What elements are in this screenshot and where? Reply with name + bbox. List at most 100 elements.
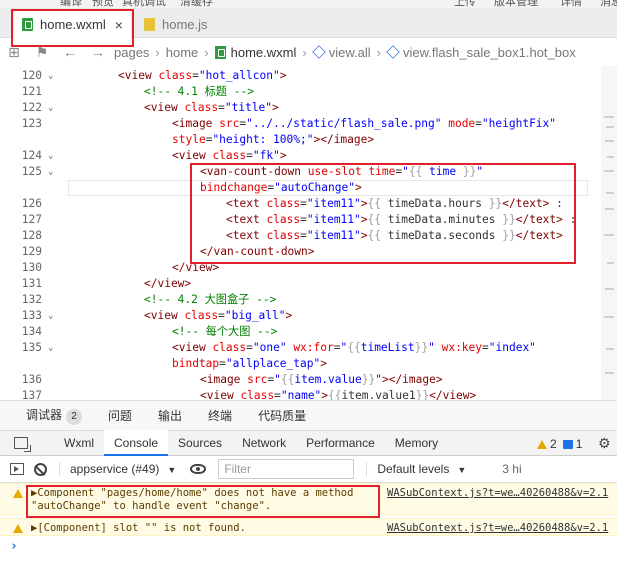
fold-chevron-icon[interactable]: ⌄ — [48, 100, 53, 116]
issue-counter[interactable]: 2 1 — [537, 437, 582, 451]
tab-sources[interactable]: Sources — [168, 430, 232, 456]
warning-icon — [13, 524, 23, 533]
line-number: 131 — [21, 277, 42, 290]
message-count: 1 — [575, 437, 583, 451]
back-button[interactable]: ← — [56, 44, 84, 60]
levels-label: Default levels — [377, 462, 450, 476]
line-number: 132 — [21, 293, 42, 306]
code-line: bindtap="allplace_tap"> — [0, 356, 600, 372]
code-text: <text class="item11">{{ timeData.seconds… — [226, 229, 563, 242]
filter-input[interactable] — [218, 459, 355, 479]
clear-console-icon[interactable] — [34, 462, 47, 476]
tab-console[interactable]: Console — [104, 430, 169, 456]
fold-chevron-icon[interactable]: ⌄ — [48, 308, 53, 324]
breadcrumb-pages[interactable]: pages — [114, 45, 149, 60]
element-icon — [311, 45, 326, 59]
line-number: 135 — [21, 341, 42, 354]
code-line: style="height: 100%;"></image> — [0, 132, 600, 148]
code-line: 126 <text class="item11">{{ timeData.hour… — [0, 196, 600, 212]
fold-chevron-icon[interactable]: ⌄ — [48, 340, 53, 356]
gear-icon[interactable]: ⚙ — [598, 435, 611, 452]
warning-icon — [13, 489, 23, 498]
code-line: bindchange="autoChange"> — [0, 180, 600, 196]
tab-performance[interactable]: Performance — [296, 430, 385, 456]
console-toolbar: appservice (#49) ▼ Default levels ▼ 3 hi — [0, 456, 617, 483]
line-number: 123 — [21, 117, 42, 130]
line-number: 120 — [21, 69, 42, 82]
code-text: <view class="hot_allcon"> — [118, 69, 287, 82]
code-text: <image src="{{item.value}}"></image> — [200, 373, 443, 386]
tab-memory[interactable]: Memory — [385, 430, 448, 456]
console-prompt[interactable]: › — [10, 539, 18, 554]
code-text: <!-- 4.1 标题 --> — [144, 85, 254, 98]
element-icon — [386, 45, 400, 59]
chevron-right-icon: › — [376, 44, 381, 60]
menu-item-upload[interactable]: 上传 — [454, 0, 476, 8]
code-line: 122 ⌄ <view class="title"> — [0, 100, 600, 116]
breadcrumb-view-all[interactable]: view.all — [329, 45, 371, 60]
breadcrumb-hot-box[interactable]: view.flash_sale_box1.hot_box — [403, 45, 576, 60]
tab-label: home.js — [162, 17, 208, 32]
split-icon[interactable]: ⊞ — [0, 44, 28, 61]
menu-item-version[interactable]: 版本管理 — [494, 0, 538, 8]
menu-item-device-debug[interactable]: 真机调试 — [122, 0, 166, 8]
code-text: <text class="item11">{{ timeData.hours }… — [226, 197, 563, 210]
tab-wxml[interactable]: Wxml — [54, 430, 104, 456]
line-number: 130 — [21, 261, 42, 274]
tab-debugger[interactable]: 调试器 2 — [26, 406, 83, 425]
chevron-right-icon: › — [302, 44, 307, 60]
line-number: 134 — [21, 325, 42, 338]
tab-label: 调试器 — [26, 408, 63, 422]
wxml-file-icon — [214, 45, 226, 59]
console-warning[interactable]: ▶[Component] slot "" is not found. WASub… — [0, 518, 617, 536]
breadcrumb-file[interactable]: home.wxml — [231, 45, 297, 60]
tab-terminal[interactable]: 终端 — [208, 407, 232, 424]
source-link[interactable]: WASubContext.js?t=we…40260488&v=2.1 — [387, 487, 608, 500]
code-text: bindtap="allplace_tap"> — [172, 357, 327, 370]
code-text: <view class="name">{{item.value1}}</view… — [200, 389, 477, 400]
caret-down-icon: ▼ — [457, 465, 467, 475]
code-text: <text class="item11">{{ timeData.minutes… — [226, 213, 577, 226]
minimap[interactable] — [601, 66, 617, 400]
log-levels-select[interactable]: Default levels ▼ — [366, 462, 466, 476]
code-text: </van-count-down> — [200, 245, 315, 258]
line-number: 122 — [21, 101, 42, 114]
message-icon — [562, 439, 573, 449]
tab-network[interactable]: Network — [232, 430, 296, 456]
fold-chevron-icon[interactable]: ⌄ — [48, 68, 53, 84]
tab-home-js[interactable]: home.js — [136, 11, 216, 38]
caret-down-icon: ▼ — [167, 465, 177, 475]
fold-chevron-icon[interactable]: ⌄ — [48, 148, 53, 164]
close-icon[interactable]: × — [115, 17, 123, 33]
menu-item-compile[interactable]: 编译 — [60, 0, 82, 8]
source-link[interactable]: WASubContext.js?t=we…40260488&v=2.1 — [387, 522, 608, 535]
menu-item-clear-cache[interactable]: 清缓存 — [180, 0, 213, 8]
eye-icon[interactable] — [190, 464, 207, 474]
menu-item-messages[interactable]: 消息 — [600, 0, 617, 8]
chevron-right-icon: › — [155, 44, 160, 60]
tab-home-wxml[interactable]: home.wxml × — [14, 11, 131, 38]
tab-code-quality[interactable]: 代码质量 — [258, 407, 306, 424]
line-number: 124 — [21, 149, 42, 162]
forward-button[interactable]: → — [84, 44, 112, 60]
code-editor[interactable]: 120 ⌄ <view class="hot_allcon"> 121 <!-- 4.… — [0, 66, 617, 400]
console-warning[interactable]: ▶Component "pages/home/home" does not ha… — [0, 483, 617, 515]
inspect-icon[interactable] — [14, 437, 31, 452]
menu-item-preview[interactable]: 预览 — [92, 0, 114, 8]
fold-chevron-icon[interactable]: ⌄ — [48, 164, 53, 180]
line-number: 137 — [21, 389, 42, 400]
bookmark-icon[interactable]: ⚑ — [28, 44, 56, 61]
tab-problems[interactable]: 问题 — [108, 407, 132, 424]
sidebar-toggle-icon[interactable] — [10, 463, 24, 475]
tab-output[interactable]: 输出 — [158, 407, 182, 424]
chevron-right-icon: › — [204, 44, 209, 60]
code-text: <!-- 每个大图 --> — [172, 325, 278, 338]
breadcrumb-home[interactable]: home — [166, 45, 199, 60]
code-text: </view> — [144, 277, 192, 290]
code-line: 134 <!-- 每个大图 --> — [0, 324, 600, 340]
menu-item-details[interactable]: 详情 — [560, 0, 582, 8]
code-text: <van-count-down use-slot time="{{ time }… — [200, 165, 484, 178]
code-line: 130 </view> — [0, 260, 600, 276]
context-select[interactable]: appservice (#49) ▼ — [59, 462, 176, 476]
line-number: 129 — [21, 245, 42, 258]
